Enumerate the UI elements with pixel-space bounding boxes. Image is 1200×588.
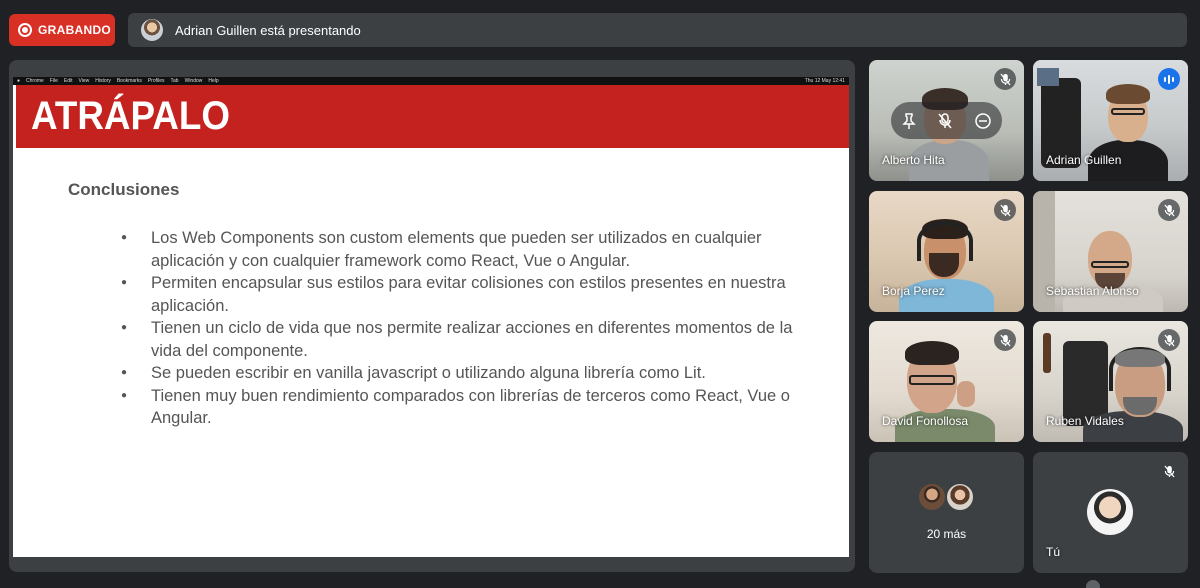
participant-tile-borja[interactable]: Borja Perez	[869, 191, 1024, 312]
participant-tile-ruben[interactable]: Ruben Vidales	[1033, 321, 1188, 442]
mic-off-icon	[1158, 329, 1180, 351]
participant-tile-david[interactable]: David Fonollosa	[869, 321, 1024, 442]
avatar	[917, 482, 947, 512]
menubar-item: Profiles	[147, 78, 165, 84]
self-tile[interactable]: Tú	[1033, 452, 1188, 573]
presentation-stage[interactable]: ● Chrome File Edit View History Bookmark…	[9, 60, 855, 572]
participant-name: Borja Perez	[882, 284, 945, 298]
participant-tile-adrian[interactable]: Adrian Guillen	[1033, 60, 1188, 181]
presenting-bar: Adrian Guillen está presentando	[128, 13, 1187, 47]
menubar-item: Tab	[170, 78, 179, 84]
participant-name: David Fonollosa	[882, 414, 969, 428]
presenter-avatar	[141, 19, 163, 41]
mic-off-icon	[994, 199, 1016, 221]
menubar-item: History	[95, 78, 111, 84]
bullet-item: Permiten encapsular sus estilos para evi…	[121, 272, 801, 317]
slide-bullets: Los Web Components son custom elements q…	[121, 227, 801, 430]
participant-name: Sebastian Alonso	[1046, 284, 1139, 298]
mic-off-icon	[1158, 460, 1180, 482]
slide-title: Conclusiones	[68, 180, 180, 199]
recording-label: GRABANDO	[38, 23, 112, 37]
participant-tile-alberto[interactable]: Alberto Hita	[869, 60, 1024, 181]
more-participants-tile[interactable]: 20 más	[869, 452, 1024, 573]
avatar	[945, 482, 975, 512]
speaking-icon	[1158, 68, 1180, 90]
menubar-item: Window	[184, 78, 203, 84]
mic-off-icon	[994, 329, 1016, 351]
mic-off-icon	[994, 68, 1016, 90]
avatar	[1087, 489, 1133, 535]
menubar-item: Edit	[63, 78, 73, 84]
participant-name: Tú	[1046, 545, 1061, 559]
brand-logo: ATRÁPALO	[31, 94, 230, 138]
mac-menubar: ● Chrome File Edit View History Bookmark…	[13, 77, 849, 85]
bullet-item: Tienen muy buen rendimiento comparados c…	[121, 385, 801, 430]
presenting-text: Adrian Guillen está presentando	[175, 22, 361, 38]
remove-participant-icon[interactable]	[975, 112, 991, 129]
slide-banner: ATRÁPALO	[16, 85, 849, 148]
menubar-item: File	[49, 78, 58, 84]
recording-badge[interactable]: GRABANDO	[9, 14, 115, 46]
record-icon	[18, 23, 32, 37]
menubar-item: Help	[208, 78, 219, 84]
participant-name: Alberto Hita	[882, 153, 945, 167]
bullet-item: Los Web Components son custom elements q…	[121, 227, 801, 272]
menubar-item: Bookmarks	[116, 78, 142, 84]
people-icon[interactable]	[1086, 580, 1100, 588]
participant-name: Ruben Vidales	[1046, 414, 1124, 428]
apple-icon: ●	[17, 78, 21, 84]
menubar-item: Chrome	[26, 78, 44, 84]
more-label: 20 más	[926, 527, 967, 541]
tile-hover-controls	[891, 102, 1002, 139]
participant-tile-sebastian[interactable]: Sebastian Alonso	[1033, 191, 1188, 312]
shared-screen: ● Chrome File Edit View History Bookmark…	[13, 77, 849, 557]
bullet-item: Tienen un ciclo de vida que nos permite …	[121, 317, 801, 362]
more-avatars	[917, 482, 975, 512]
bullet-item: Se pueden escribir en vanilla javascript…	[121, 362, 801, 385]
menubar-clock: Thu 12 May 12:41	[804, 78, 845, 84]
mute-participant-icon[interactable]	[938, 112, 953, 129]
participant-name: Adrian Guillen	[1046, 153, 1122, 167]
menubar-item: View	[78, 78, 90, 84]
mic-off-icon	[1158, 199, 1180, 221]
pin-icon[interactable]	[902, 112, 916, 129]
